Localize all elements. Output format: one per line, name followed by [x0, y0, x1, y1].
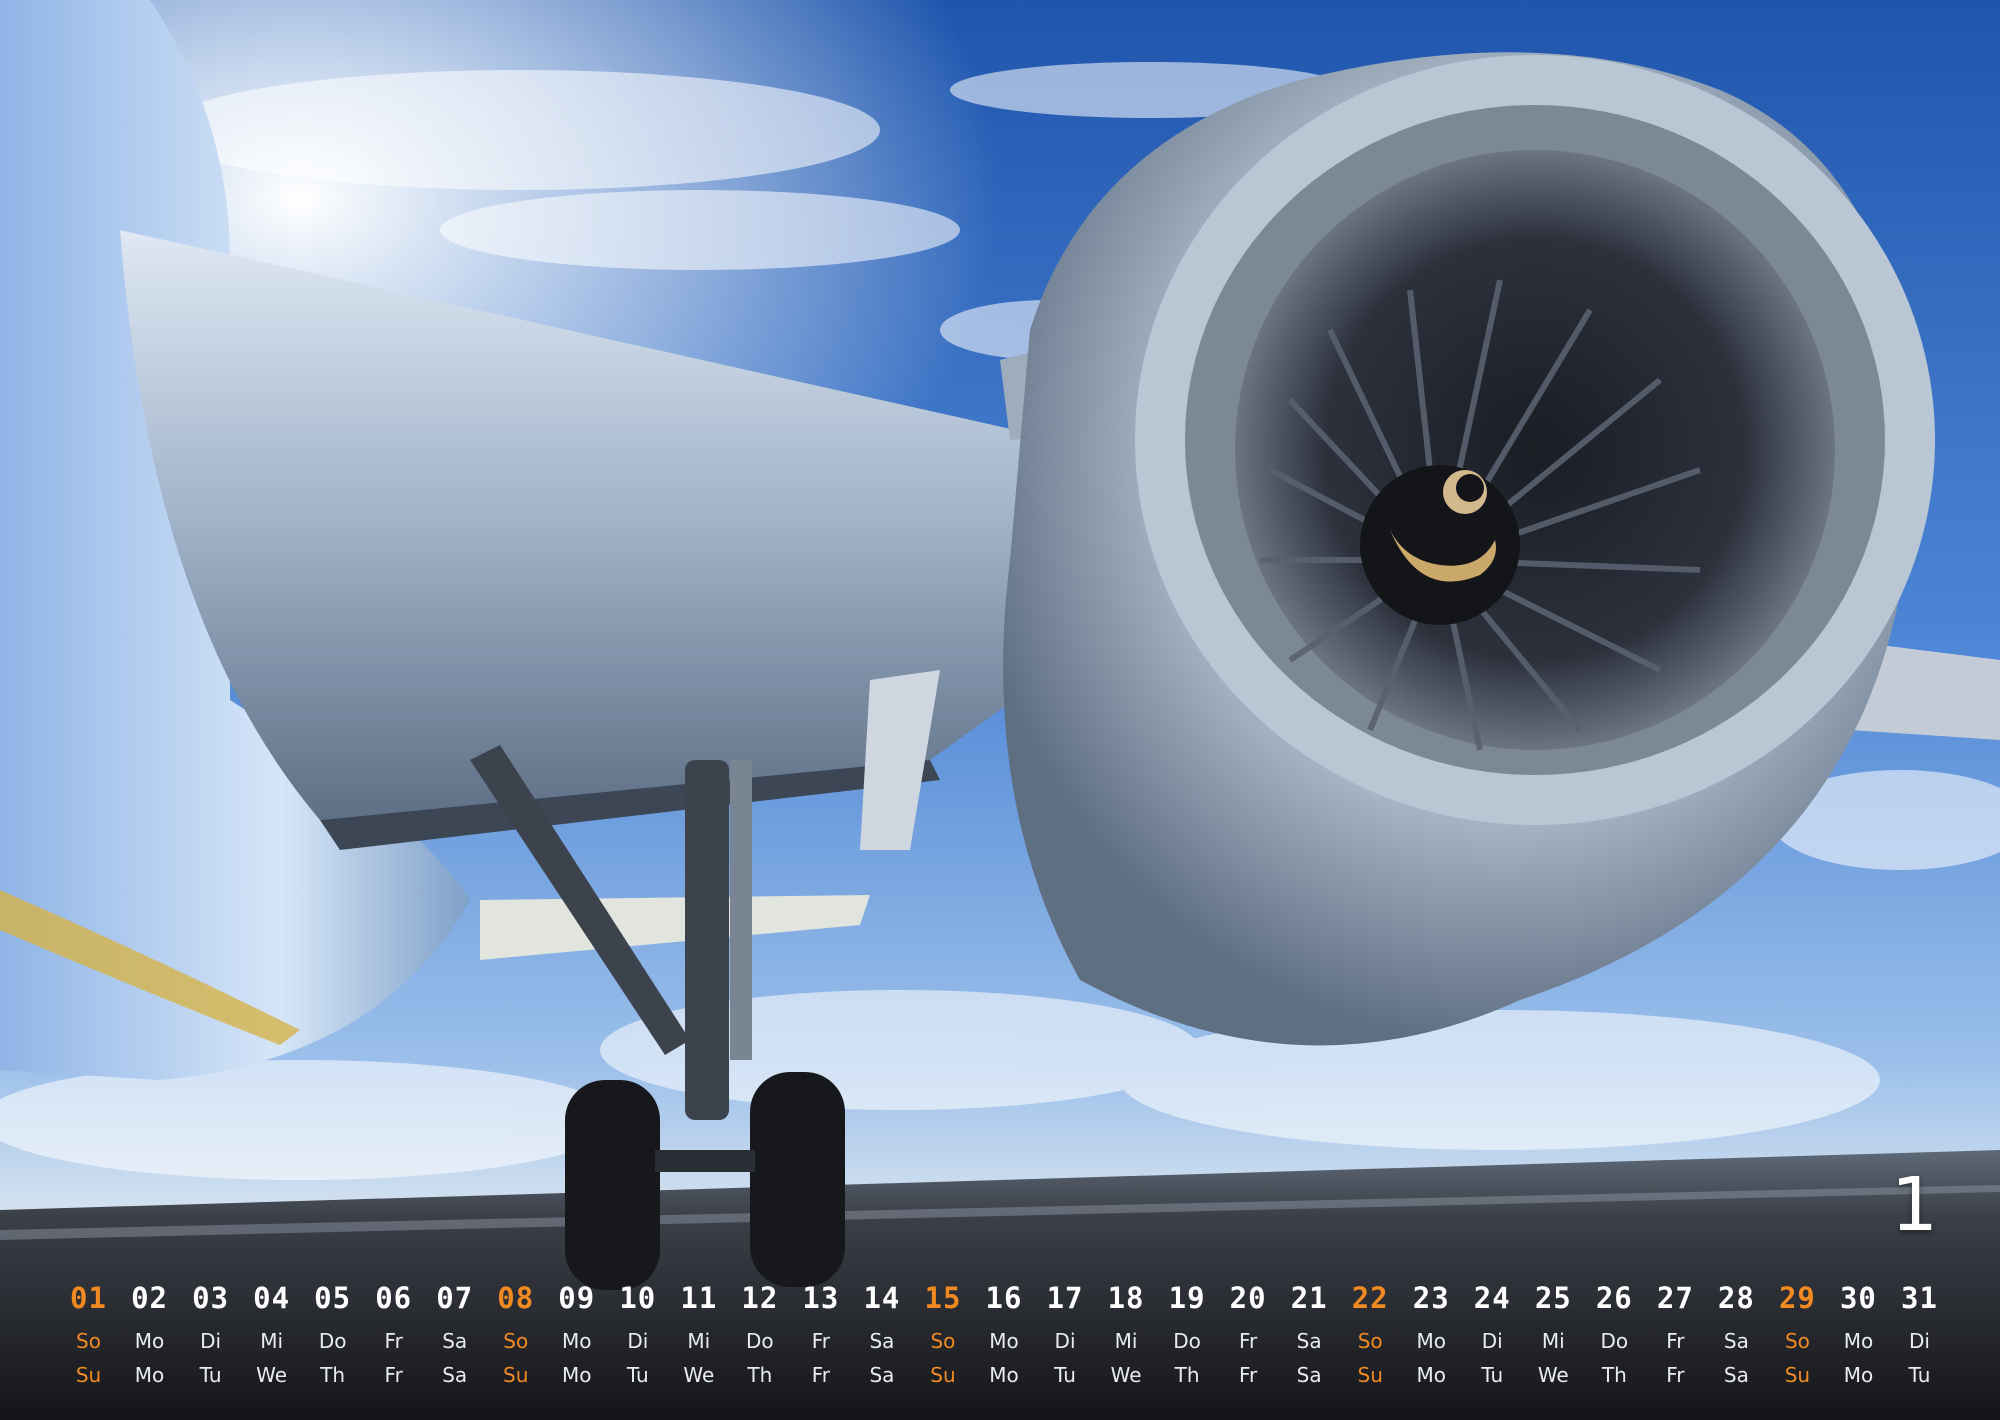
day-number-07: 07 — [436, 1281, 474, 1315]
day-number-20: 20 — [1229, 1281, 1267, 1315]
weekday-de-10: Di — [627, 1329, 649, 1353]
weekday-de-21: Sa — [1296, 1329, 1322, 1353]
day-number-09: 09 — [558, 1281, 596, 1315]
weekday-de-24: Di — [1481, 1329, 1503, 1353]
day-number-25: 25 — [1534, 1281, 1572, 1315]
day-number-18: 18 — [1107, 1281, 1145, 1315]
day-number-05: 05 — [314, 1281, 352, 1315]
weekday-en-21: Sa — [1296, 1363, 1322, 1387]
weekday-en-13: Fr — [811, 1363, 831, 1387]
weekday-en-22: Su — [1357, 1363, 1383, 1387]
weekday-de-09: Mo — [562, 1329, 592, 1353]
weekday-de-16: Mo — [989, 1329, 1019, 1353]
day-number-04: 04 — [253, 1281, 291, 1315]
weekday-de-30: Mo — [1843, 1329, 1874, 1353]
weekday-en-17: Tu — [1054, 1363, 1076, 1387]
day-number-30: 30 — [1839, 1281, 1877, 1315]
weekday-de-15: So — [930, 1329, 956, 1353]
weekday-en-19: Th — [1174, 1363, 1200, 1387]
weekday-en-01: Su — [75, 1363, 102, 1387]
weekday-de-08: So — [503, 1329, 529, 1353]
day-number-08: 08 — [497, 1281, 535, 1315]
weekday-en-12: Th — [747, 1363, 773, 1387]
weekday-en-02: Mo — [134, 1363, 165, 1387]
weekday-en-27: Fr — [1666, 1363, 1685, 1387]
weekday-en-16: Mo — [989, 1363, 1019, 1387]
weekday-en-28: Sa — [1723, 1363, 1749, 1387]
weekday-en-30: Mo — [1843, 1363, 1874, 1387]
weekday-de-04: Mi — [260, 1329, 284, 1353]
weekday-en-07: Sa — [442, 1363, 468, 1387]
weekday-en-31: Tu — [1908, 1363, 1931, 1387]
weekday-en-29: Su — [1784, 1363, 1811, 1387]
day-number-22: 22 — [1351, 1281, 1389, 1315]
weekday-de-11: Mi — [687, 1329, 711, 1353]
weekday-de-05: Do — [318, 1329, 347, 1353]
weekday-en-15: Su — [930, 1363, 956, 1387]
day-number-10: 10 — [619, 1281, 657, 1315]
weekday-de-03: Di — [200, 1329, 222, 1353]
day-number-11: 11 — [680, 1281, 718, 1315]
day-number-21: 21 — [1290, 1281, 1328, 1315]
weekday-de-13: Fr — [811, 1329, 831, 1353]
weekday-de-23: Mo — [1416, 1329, 1446, 1353]
weekday-de-25: Mi — [1541, 1329, 1565, 1353]
weekday-de-29: So — [1784, 1329, 1810, 1353]
weekday-de-26: Do — [1600, 1329, 1629, 1353]
weekday-de-31: Di — [1908, 1329, 1930, 1353]
day-number-13: 13 — [802, 1281, 840, 1315]
weekday-en-11: We — [683, 1363, 715, 1387]
day-number-16: 16 — [985, 1281, 1023, 1315]
weekday-de-01: So — [76, 1329, 101, 1353]
day-number-03: 03 — [192, 1281, 230, 1315]
weekday-en-03: Tu — [199, 1363, 222, 1387]
day-number-06: 06 — [375, 1281, 413, 1315]
calendar-page: 1 01 02 03 04 05 06 07 08 09 10 11 12 13 14 15 16 17 18 19… — [0, 0, 2000, 1420]
day-number-27: 27 — [1656, 1281, 1694, 1315]
weekday-en-24: Tu — [1481, 1363, 1504, 1387]
weekday-de-22: So — [1357, 1329, 1383, 1353]
weekday-en-25: We — [1537, 1363, 1569, 1387]
day-number-15: 15 — [924, 1281, 962, 1315]
day-number-26: 26 — [1595, 1281, 1633, 1315]
day-number-31: 31 — [1901, 1281, 1938, 1315]
weekday-en-10: Tu — [626, 1363, 649, 1387]
day-number-19: 19 — [1168, 1281, 1206, 1315]
weekday-en-08: Su — [503, 1363, 529, 1387]
weekday-en-04: We — [256, 1363, 288, 1387]
weekday-en-23: Mo — [1416, 1363, 1446, 1387]
weekday-de-14: Sa — [869, 1329, 895, 1353]
weekday-en-09: Mo — [562, 1363, 592, 1387]
weekday-en-05: Th — [320, 1363, 346, 1387]
day-number-24: 24 — [1473, 1281, 1511, 1315]
weekday-de-02: Mo — [134, 1329, 165, 1353]
day-number-28: 28 — [1717, 1281, 1755, 1315]
day-number-01: 01 — [70, 1281, 107, 1315]
weekday-de-17: Di — [1054, 1329, 1076, 1353]
weekday-en-14: Sa — [869, 1363, 895, 1387]
day-number-29: 29 — [1778, 1281, 1816, 1315]
day-number-17: 17 — [1046, 1281, 1084, 1315]
weekday-de-28: Sa — [1723, 1329, 1749, 1353]
weekday-de-19: Do — [1173, 1329, 1201, 1353]
weekday-en-18: We — [1110, 1363, 1142, 1387]
weekday-de-07: Sa — [442, 1329, 468, 1353]
weekday-de-12: Do — [746, 1329, 774, 1353]
weekday-en-26: Th — [1601, 1363, 1627, 1387]
weekday-en-06: Fr — [384, 1363, 403, 1387]
weekday-de-06: Fr — [384, 1329, 403, 1353]
day-number-12: 12 — [741, 1281, 779, 1315]
weekday-en-20: Fr — [1238, 1363, 1258, 1387]
day-number-02: 02 — [131, 1281, 168, 1315]
day-number-23: 23 — [1412, 1281, 1450, 1315]
weekday-de-20: Fr — [1238, 1329, 1258, 1353]
month-number: 1 — [1890, 1162, 1938, 1248]
day-number-14: 14 — [863, 1281, 901, 1315]
weekday-de-18: Mi — [1114, 1329, 1138, 1353]
calendar-strip: 01 02 03 04 05 06 07 08 09 10 11 12 13 14 15 16 17 18 19 20… — [58, 1272, 1950, 1392]
aircraft-photo — [0, 0, 2000, 1420]
weekday-de-27: Fr — [1666, 1329, 1685, 1353]
